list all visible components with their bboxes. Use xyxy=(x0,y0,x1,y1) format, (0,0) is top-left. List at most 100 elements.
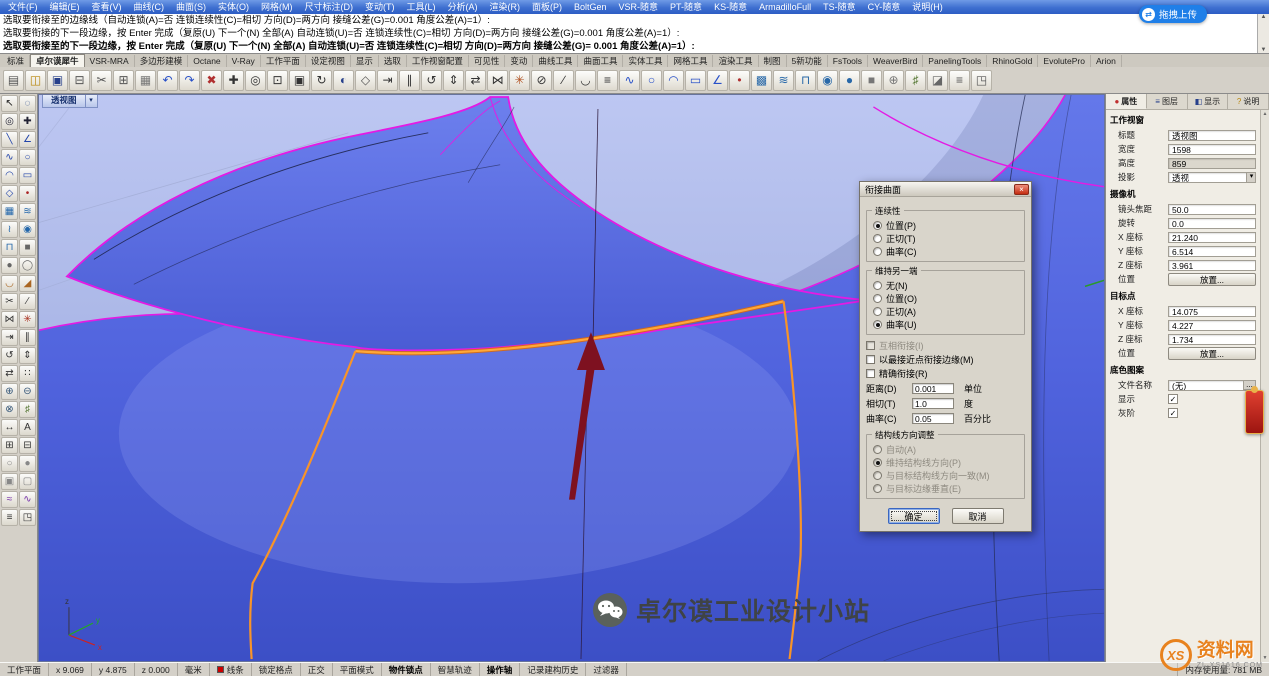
toolbar-tab[interactable]: 多边形建模 xyxy=(135,55,189,67)
radio-option[interactable]: 正切(A) xyxy=(873,305,1018,318)
hide-object-icon[interactable]: ○ xyxy=(1,455,18,472)
panel-scroll-down-icon[interactable]: ▼ xyxy=(1263,655,1268,661)
radio-option[interactable]: 正切(T) xyxy=(873,232,1018,245)
show-object-icon[interactable]: ● xyxy=(19,455,36,472)
split-curve-icon[interactable]: ∕ xyxy=(553,70,574,91)
dimension-icon[interactable]: ↔ xyxy=(1,419,18,436)
surface-plane-icon[interactable]: ▦ xyxy=(1,203,18,220)
scale-object-icon[interactable]: ⇕ xyxy=(443,70,464,91)
toolbar-tab[interactable]: 可见性 xyxy=(469,55,506,67)
toolbar-tab[interactable]: 选取 xyxy=(379,55,407,67)
copy-object-icon[interactable]: ∥ xyxy=(399,70,420,91)
open-file-icon[interactable]: ◫ xyxy=(25,70,46,91)
toolbar-tab[interactable]: WeaverBird xyxy=(868,55,923,67)
toolbar-tab[interactable]: 5新功能 xyxy=(787,55,828,67)
menu-item[interactable]: PT-随意 xyxy=(664,0,708,14)
panel-scroll-up-icon[interactable]: ▲ xyxy=(1263,111,1268,117)
line-icon[interactable]: ╲ xyxy=(1,131,18,148)
layer-tools-icon[interactable]: ≡ xyxy=(1,509,18,526)
toolbar-tab[interactable]: 卓尔谟犀牛 xyxy=(30,54,85,67)
numeric-input[interactable]: 1.0 xyxy=(912,398,954,409)
join-objects-icon[interactable]: ⋈ xyxy=(487,70,508,91)
radio-option[interactable]: 曲率(C) xyxy=(873,245,1018,258)
menu-item[interactable]: 编辑(E) xyxy=(44,0,86,14)
status-coord-z[interactable]: z 0.000 xyxy=(135,663,178,676)
curvature-analysis-icon[interactable]: ≈ xyxy=(1,491,18,508)
extrude-tool-icon[interactable]: ⊓ xyxy=(795,70,816,91)
extrude-surface-icon[interactable]: ⊓ xyxy=(1,239,18,256)
menu-item[interactable]: CY-随意 xyxy=(862,0,907,14)
shaded-viewport-icon[interactable]: ◐ xyxy=(333,70,354,91)
rectangle-tool-icon[interactable]: ▭ xyxy=(685,70,706,91)
copy-icon[interactable]: ∥ xyxy=(19,329,36,346)
dialog-titlebar[interactable]: 衔接曲面 × xyxy=(860,182,1031,197)
numeric-input[interactable]: 0.001 xyxy=(912,383,954,394)
status-coord-x[interactable]: x 9.069 xyxy=(49,663,92,676)
cut-icon[interactable]: ✂ xyxy=(91,70,112,91)
radio-option[interactable]: 维持结构线方向(P) xyxy=(873,456,1018,469)
arc-tool-icon[interactable]: ◠ xyxy=(663,70,684,91)
status-ortho[interactable]: 正交 xyxy=(301,663,333,676)
mirror-icon[interactable]: ⇄ xyxy=(1,365,18,382)
menu-item[interactable]: 面板(P) xyxy=(526,0,568,14)
panel-tab-说明[interactable]: ?说明 xyxy=(1228,94,1269,109)
panel-value[interactable]: 859 xyxy=(1168,158,1256,169)
radio-option[interactable]: 与目标结构线方向一致(M) xyxy=(873,469,1018,482)
group-icon[interactable]: ⊞ xyxy=(1,437,18,454)
radio-option[interactable]: 与目标边缘垂直(E) xyxy=(873,482,1018,495)
fillet-edge-icon[interactable]: ◡ xyxy=(1,275,18,292)
checkbox-icon[interactable]: ✓ xyxy=(1168,394,1178,404)
mesh-tool-icon[interactable]: ♯ xyxy=(905,70,926,91)
menu-item[interactable]: 渲染(R) xyxy=(484,0,527,14)
panel-scrollbar[interactable]: ▲ ▼ xyxy=(1260,110,1269,662)
toolbar-tab[interactable]: Arion xyxy=(1091,55,1122,67)
status-cplane[interactable]: 工作平面 xyxy=(0,663,49,676)
toolbar-tab[interactable]: 实体工具 xyxy=(623,55,668,67)
loft-surface-icon[interactable]: ≋ xyxy=(19,203,36,220)
ok-button[interactable]: 确定 xyxy=(888,508,940,524)
undo-icon[interactable]: ↶ xyxy=(157,70,178,91)
status-record-history[interactable]: 记录建构历史 xyxy=(520,663,586,676)
circle-tool-icon[interactable]: ○ xyxy=(641,70,662,91)
projection-select[interactable]: 透视▾ xyxy=(1168,172,1256,183)
point-icon[interactable]: • xyxy=(19,185,36,202)
lock-object-icon[interactable]: ▣ xyxy=(1,473,18,490)
move-icon[interactable]: ⇥ xyxy=(1,329,18,346)
menu-item[interactable]: 曲面(S) xyxy=(170,0,212,14)
cancel-button[interactable]: 取消 xyxy=(952,508,1004,524)
command-scrollbar[interactable]: ▲ ▼ xyxy=(1257,14,1269,53)
menu-item[interactable]: 分析(A) xyxy=(442,0,484,14)
panel-value[interactable]: 1.734 xyxy=(1168,334,1256,345)
print-icon[interactable]: ⊟ xyxy=(69,70,90,91)
array-icon[interactable]: ∷ xyxy=(19,365,36,382)
polygon-icon[interactable]: ◇ xyxy=(1,185,18,202)
mirror-object-icon[interactable]: ⇄ xyxy=(465,70,486,91)
radio-option[interactable]: 无(N) xyxy=(873,279,1018,292)
checkbox-option[interactable]: 互相衔接(I) xyxy=(866,339,1025,351)
panel-value[interactable]: 0.0 xyxy=(1168,218,1256,229)
menu-item[interactable]: 说明(H) xyxy=(906,0,949,14)
toolbar-tab[interactable]: 显示 xyxy=(351,55,379,67)
menu-item[interactable]: 查看(V) xyxy=(86,0,128,14)
checkbox-option[interactable]: 精确衔接(R) xyxy=(866,367,1025,379)
toolbar-tab[interactable]: 制图 xyxy=(759,55,787,67)
rotate-icon[interactable]: ↺ xyxy=(1,347,18,364)
viewport-perspective[interactable]: z x y 透视图 ▾ 卓尔谟工业设计小站 xyxy=(38,94,1105,662)
toolbar-tab[interactable]: FsTools xyxy=(828,55,868,67)
properties-panel-icon[interactable]: ◳ xyxy=(971,70,992,91)
scroll-down-icon[interactable]: ▼ xyxy=(1261,47,1267,53)
circle-icon[interactable]: ○ xyxy=(19,149,36,166)
viewport-tab-menu-icon[interactable]: ▾ xyxy=(86,95,98,108)
viewport-tab[interactable]: 透视图 ▾ xyxy=(42,95,98,108)
status-coord-y[interactable]: y 4.875 xyxy=(92,663,135,676)
trim-icon[interactable]: ✂ xyxy=(1,293,18,310)
copy-clipboard-icon[interactable]: ⊞ xyxy=(113,70,134,91)
sweep-surface-icon[interactable]: ≀ xyxy=(1,221,18,238)
upload-overlay-button[interactable]: ⇄ 拖拽上传 xyxy=(1139,5,1207,23)
panel-tab-显示[interactable]: ◧显示 xyxy=(1188,94,1229,109)
status-planar[interactable]: 平面模式 xyxy=(333,663,382,676)
rotate-view-icon[interactable]: ↻ xyxy=(311,70,332,91)
radio-option[interactable]: 位置(P) xyxy=(873,219,1018,232)
pan-view-icon[interactable]: ✚ xyxy=(19,113,36,130)
delete-icon[interactable]: ✖ xyxy=(201,70,222,91)
